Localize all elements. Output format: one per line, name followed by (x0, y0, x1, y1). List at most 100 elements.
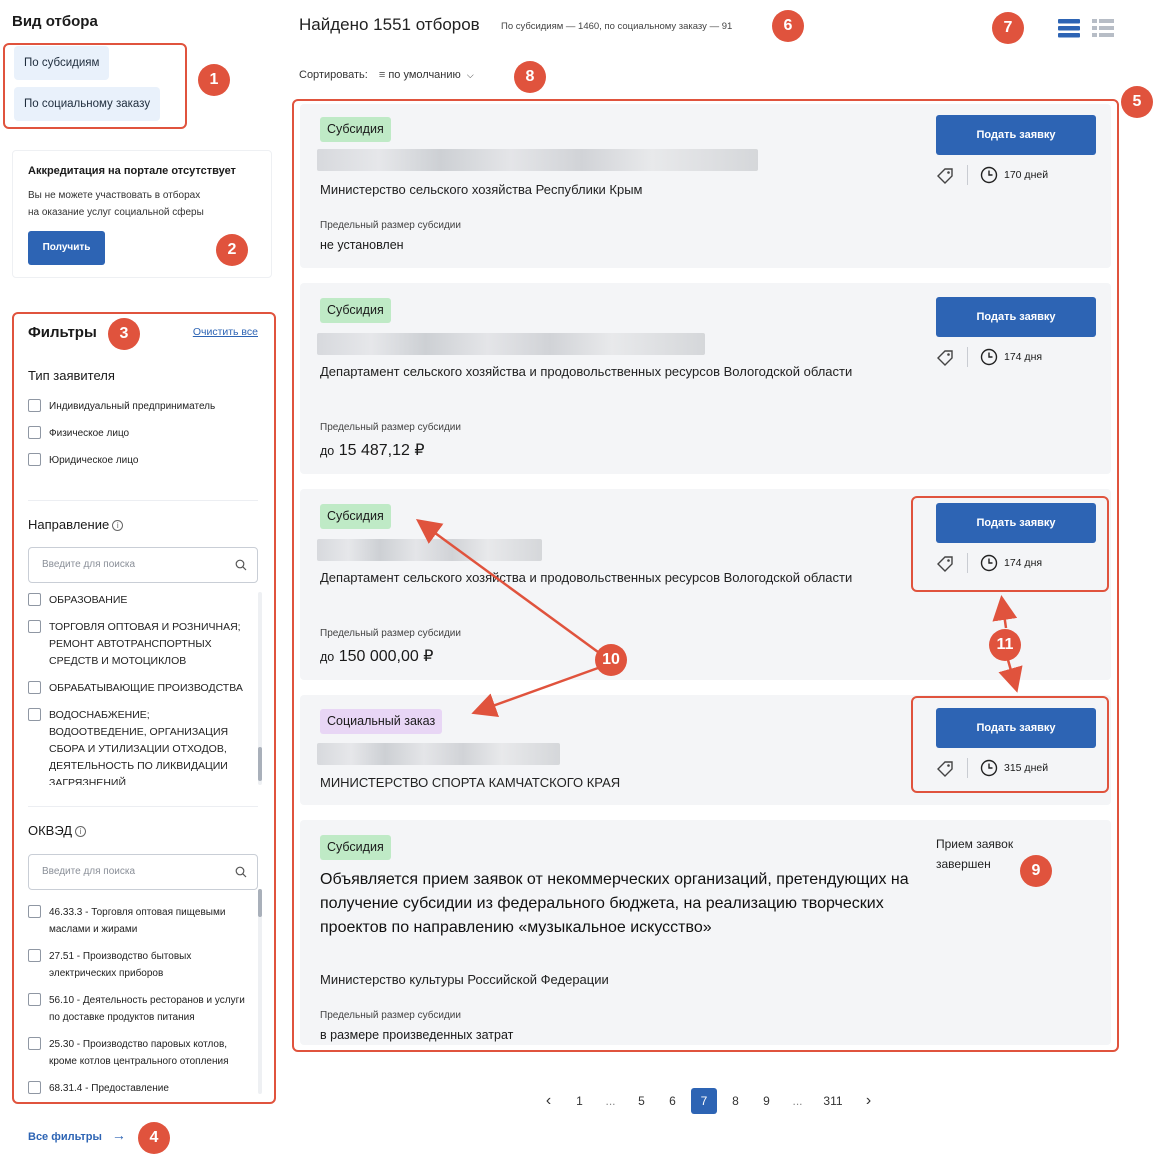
sort-label: Сортировать: (299, 69, 368, 81)
filters-panel: Фильтры Очистить все Тип заявителя Индив… (12, 312, 276, 1104)
card-meta: 174 дня (935, 347, 1067, 367)
prev-page-button[interactable]: ‹ (533, 1092, 564, 1110)
organization-name: Министерство культуры Российской Федерац… (320, 972, 609, 987)
clear-filters-link[interactable]: Очистить все (193, 326, 258, 338)
okved-scrollbar[interactable] (258, 889, 262, 1094)
okved-option[interactable]: 68.31.4 - Предоставление (28, 1080, 250, 1097)
scrollbar-thumb[interactable] (258, 747, 262, 781)
annotation-badge: 6 (772, 10, 804, 42)
limit-amount: 15 487,12 ₽ (338, 442, 425, 459)
checkbox-label: Индивидуальный предприниматель (49, 401, 216, 412)
page-link[interactable]: 6 (657, 1094, 688, 1108)
info-icon[interactable]: i (75, 826, 87, 837)
filters-title: Фильтры (28, 324, 97, 341)
annotation-badge: 9 (1020, 855, 1052, 887)
sort-value[interactable]: по умолчанию (388, 69, 460, 81)
direction-title-text: Направление (28, 517, 110, 532)
organization-name: Департамент сельского хозяйства и продов… (320, 364, 853, 379)
direction-option[interactable]: ОБРАБАТЫВАЮЩИЕ ПРОИЗВОДСТВА (28, 680, 258, 697)
checkbox[interactable] (28, 993, 41, 1006)
okved-search-input[interactable]: Введите для поиска (28, 854, 258, 890)
get-accreditation-button[interactable]: Получить (28, 231, 105, 265)
checkbox[interactable] (28, 949, 41, 962)
limit-label: Предельный размер субсидии (320, 422, 461, 433)
checkbox[interactable] (28, 708, 41, 721)
next-page-button[interactable]: › (853, 1092, 884, 1110)
selection-card[interactable]: Субсидия Объявляется прием заявок от нек… (300, 820, 1111, 1045)
info-icon[interactable]: i (112, 520, 124, 531)
tag-subsidy: Субсидия (320, 504, 391, 529)
direction-scrollbar[interactable] (258, 592, 262, 785)
selection-card[interactable]: Субсидия Департамент сельского хозяйства… (300, 283, 1111, 474)
applicant-option[interactable]: Юридическое лицо (28, 452, 258, 469)
direction-option[interactable]: ТОРГОВЛЯ ОПТОВАЯ И РОЗНИЧНАЯ; РЕМОНТ АВТ… (28, 619, 250, 670)
checkbox[interactable] (28, 1037, 41, 1050)
checkbox[interactable] (28, 681, 41, 694)
limit-value: не установлен (320, 238, 404, 252)
tag-subsidy: Субсидия (320, 835, 391, 860)
scrollbar-thumb[interactable] (258, 889, 262, 917)
highlight-action-block (911, 696, 1109, 793)
direction-title: Направление i (28, 517, 124, 532)
okved-option[interactable]: 56.10 - Деятельность ресторанов и услуги… (28, 992, 250, 1026)
pagination: ‹ 1 ... 5 6 7 8 9 ... 311 › (533, 1088, 884, 1114)
checkbox[interactable] (28, 453, 41, 466)
direction-option[interactable]: ОБРАЗОВАНИЕ (28, 592, 258, 609)
okved-option[interactable]: 46.33.3 - Торговля оптовая пищевыми масл… (28, 904, 250, 938)
checkbox[interactable] (28, 426, 41, 439)
annotation-badge: 4 (138, 1122, 170, 1154)
annotation-badge: 1 (198, 64, 230, 96)
chevron-down-icon: ⌵ (466, 70, 474, 80)
bookmark-tag-icon[interactable] (935, 166, 957, 184)
apply-button[interactable]: Подать заявку (936, 115, 1096, 155)
view-toggle (1058, 17, 1118, 44)
direction-search-input[interactable]: Введите для поиска (28, 547, 258, 583)
page-link-active[interactable]: 7 (691, 1088, 717, 1114)
page-link[interactable]: 8 (720, 1094, 751, 1108)
limit-value: до 150 000,00 ₽ (320, 646, 433, 666)
all-filters-link[interactable]: Все фильтры → (28, 1127, 126, 1143)
card-title[interactable]: Объявляется прием заявок от некоммерческ… (320, 868, 920, 940)
annotation-badge: 5 (1121, 86, 1153, 118)
direction-option[interactable]: ВОДОСНАБЖЕНИЕ; ВОДООТВЕДЕНИЕ, ОРГАНИЗАЦИ… (28, 707, 250, 785)
checkbox-label: 46.33.3 - Торговля оптовая пищевыми масл… (49, 907, 226, 935)
page-ellipsis: ... (605, 1094, 616, 1108)
checkbox-label: ВОДОСНАБЖЕНИЕ; ВОДООТВЕДЕНИЕ, ОРГАНИЗАЦИ… (49, 709, 229, 785)
checkbox[interactable] (28, 399, 41, 412)
selection-card[interactable]: Субсидия Министерство сельского хозяйств… (300, 104, 1111, 268)
checkbox[interactable] (28, 620, 41, 633)
search-placeholder: Введите для поиска (42, 866, 136, 877)
checkbox-label: Юридическое лицо (49, 455, 139, 466)
tag-subsidy: Субсидия (320, 117, 391, 142)
checkbox-label: 56.10 - Деятельность ресторанов и услуги… (49, 995, 245, 1023)
checkbox-label: 25.30 - Производство паровых котлов, кро… (49, 1039, 229, 1067)
limit-value: в размере произведенных затрат (320, 1028, 514, 1042)
okved-option[interactable]: 27.51 - Производство бытовых электрическ… (28, 948, 250, 982)
page-link[interactable]: 5 (626, 1094, 657, 1108)
applicant-option[interactable]: Индивидуальный предприниматель (28, 398, 258, 415)
annotation-badge: 8 (514, 61, 546, 93)
organization-name: МИНИСТЕРСТВО СПОРТА КАМЧАТСКОГО КРАЯ (320, 775, 621, 790)
sort-control[interactable]: Сортировать: ≡ по умолчанию ⌵ (299, 69, 474, 81)
limit-prefix: до (320, 650, 335, 664)
checkbox-label: ОБРАБАТЫВАЮЩИЕ ПРОИЗВОДСТВА (49, 682, 243, 694)
bookmark-tag-icon[interactable] (935, 348, 957, 366)
divider (28, 500, 258, 501)
list-view-icon[interactable] (1058, 19, 1080, 38)
applicant-type-title: Тип заявителя (28, 368, 115, 383)
checkbox[interactable] (28, 905, 41, 918)
tag-subsidy: Субсидия (320, 298, 391, 323)
page-link[interactable]: 9 (751, 1094, 782, 1108)
page-link[interactable]: 1 (564, 1094, 595, 1108)
compact-view-icon[interactable] (1092, 19, 1114, 37)
highlight-view-options (3, 43, 187, 129)
meta-divider (967, 165, 968, 185)
checkbox[interactable] (28, 1081, 41, 1094)
checkbox-label: 68.31.4 - Предоставление (49, 1083, 169, 1094)
checkbox[interactable] (28, 593, 41, 606)
okved-option[interactable]: 25.30 - Производство паровых котлов, кро… (28, 1036, 250, 1070)
apply-button[interactable]: Подать заявку (936, 297, 1096, 337)
checkbox-label: Физическое лицо (49, 428, 130, 439)
page-link[interactable]: 311 (813, 1094, 853, 1108)
applicant-option[interactable]: Физическое лицо (28, 425, 258, 442)
